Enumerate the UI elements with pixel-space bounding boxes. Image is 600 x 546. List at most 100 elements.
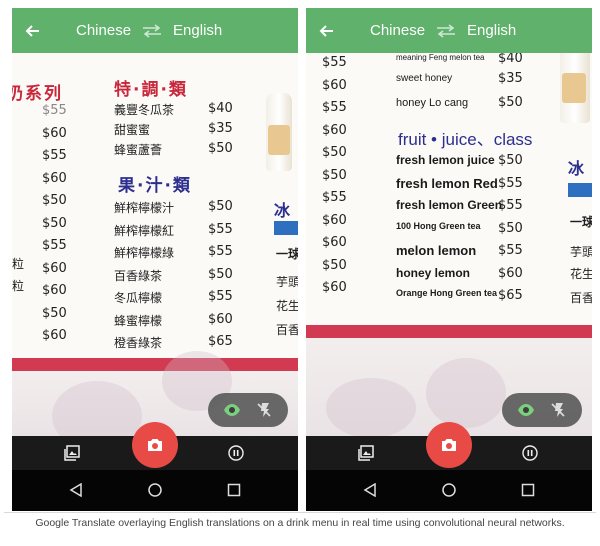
swap-arrows-icon[interactable]: [435, 23, 457, 38]
flash-off-icon[interactable]: [255, 401, 273, 419]
price-left-column: $50: [42, 193, 67, 208]
nav-home-icon[interactable]: [442, 483, 456, 497]
menu-red-band: [12, 358, 298, 371]
menu-red-band: [306, 325, 592, 338]
arrow-left-icon: [319, 24, 333, 37]
price-left-column: $55: [322, 100, 347, 115]
menu-item-name: 鮮榨檸檬綠: [114, 246, 175, 260]
price-left-column: $55: [42, 238, 67, 253]
menu-item-name: 蜂蜜蘆薈: [114, 143, 163, 157]
overlay-controls: [502, 393, 582, 427]
price-left-column: $60: [42, 328, 67, 343]
gallery-icon[interactable]: [64, 445, 80, 461]
back-button[interactable]: [12, 8, 52, 53]
eye-icon[interactable]: [223, 401, 241, 419]
language-selector: Chinese English: [76, 22, 222, 39]
shutter-button[interactable]: [426, 422, 472, 468]
flower-pattern: [52, 381, 142, 436]
eye-icon[interactable]: [517, 401, 535, 419]
swap-arrows-icon[interactable]: [141, 23, 163, 38]
source-language[interactable]: Chinese: [76, 22, 131, 39]
menu-item-name: fresh lemon juice: [396, 153, 495, 167]
menu-item-price: $60: [498, 265, 523, 281]
price-left-column: $55: [42, 148, 67, 163]
menu-item-price: $50: [208, 141, 233, 156]
camera-icon: [148, 439, 162, 451]
source-language[interactable]: Chinese: [370, 22, 425, 39]
menu-item-name: 100 Hong Green tea: [396, 220, 481, 231]
pause-icon[interactable]: [228, 445, 244, 461]
gallery-icon[interactable]: [358, 445, 374, 461]
menu-item-price: $50: [498, 220, 523, 236]
price-left-column: $50: [42, 305, 67, 321]
caption-divider: [4, 512, 596, 513]
camera-controls: [306, 422, 592, 470]
side-label-3: 花生: [570, 267, 592, 281]
menu-paper: 冰 一球 芋頭 花生 百香 fruit • juice、class $55 $60…: [306, 53, 592, 363]
price-left-column: $60: [322, 212, 347, 228]
app-bar: Chinese English: [12, 8, 298, 53]
side-label-1: 一球: [570, 215, 592, 229]
nav-back-icon[interactable]: [69, 483, 83, 497]
menu-item-price: $55: [208, 221, 233, 237]
menu-item-price: $50: [208, 199, 233, 214]
side-label-ice: 冰: [274, 201, 293, 220]
menu-item-name: honey lemon: [396, 265, 471, 280]
menu-item-price: $35: [208, 121, 233, 136]
grain-label-2: 粒: [12, 279, 25, 293]
side-label-4: 百香: [570, 291, 592, 305]
section-title-fruit-juice: fruit • juice、class: [398, 130, 533, 149]
back-button[interactable]: [306, 8, 346, 53]
language-selector: Chinese English: [370, 22, 516, 39]
shutter-button[interactable]: [132, 422, 178, 468]
side-label-2: 芋頭: [276, 275, 298, 289]
grain-label-1: 粒: [12, 257, 25, 271]
overlay-controls: [208, 393, 288, 427]
price-left-column: $60: [42, 260, 67, 276]
menu-item-price: $55: [208, 289, 233, 304]
menu-item-name: 百香綠茶: [114, 268, 163, 283]
price-left-column: $60: [322, 280, 347, 295]
menu-item-name: sweet honey: [396, 73, 453, 84]
menu-item-name: meaning Feng melon tea: [396, 53, 485, 62]
menu-item-name: 冬瓜檸檬: [114, 291, 163, 305]
pause-icon[interactable]: [522, 445, 538, 461]
bottle-label: [268, 125, 290, 155]
flash-off-icon[interactable]: [549, 401, 567, 419]
menu-item-price: $35: [498, 71, 523, 86]
menu-item-price: $55: [498, 243, 523, 258]
menu-item-name: 義豐冬瓜茶: [114, 103, 175, 117]
nav-home-icon[interactable]: [148, 483, 162, 497]
menu-item-name: 蜂蜜檸檬: [114, 313, 163, 328]
menu-item-name: 鮮榨檸檬汁: [114, 201, 175, 215]
price-left-column: $50: [42, 215, 67, 231]
menu-item-price: $60: [208, 311, 233, 327]
camera-viewfinder: 奶系列 特·調·類 果·汁·類 冰 一球 芋頭 花生 百香 粒 粒 $55 $60…: [12, 53, 298, 436]
android-nav-bar: [12, 470, 298, 511]
figure-caption: Google Translate overlaying English tran…: [35, 517, 565, 529]
menu-header-partial: 奶系列: [12, 84, 63, 104]
price-left-column: $55: [322, 190, 347, 205]
menu-item-price: $50: [208, 266, 233, 282]
menu-item-name: fresh lemon Green: [396, 198, 503, 212]
target-language[interactable]: English: [467, 22, 516, 39]
menu-item-name: 鮮榨檸檬紅: [114, 223, 175, 238]
side-label-ice: 冰: [568, 159, 587, 178]
target-language[interactable]: English: [173, 22, 222, 39]
nav-back-icon[interactable]: [363, 483, 377, 497]
menu-item-price: $55: [208, 244, 233, 259]
menu-item-price: $50: [498, 153, 523, 168]
nav-recents-icon[interactable]: [227, 483, 241, 497]
menu-item-price: $65: [498, 288, 523, 303]
price-left-column: $60: [322, 235, 347, 250]
price-left-column: $50: [322, 167, 347, 183]
menu-item-name: fresh lemon Red: [396, 175, 498, 191]
price-left-column: $60: [42, 283, 67, 298]
side-label-4: 百香: [276, 323, 298, 337]
price-left-column: $60: [42, 125, 67, 141]
nav-recents-icon[interactable]: [521, 483, 535, 497]
price-left-column: $55: [322, 55, 347, 70]
price-left-column: $60: [42, 170, 67, 186]
section-title-juice: 果·汁·類: [118, 176, 192, 196]
bottle-label: [562, 73, 586, 103]
